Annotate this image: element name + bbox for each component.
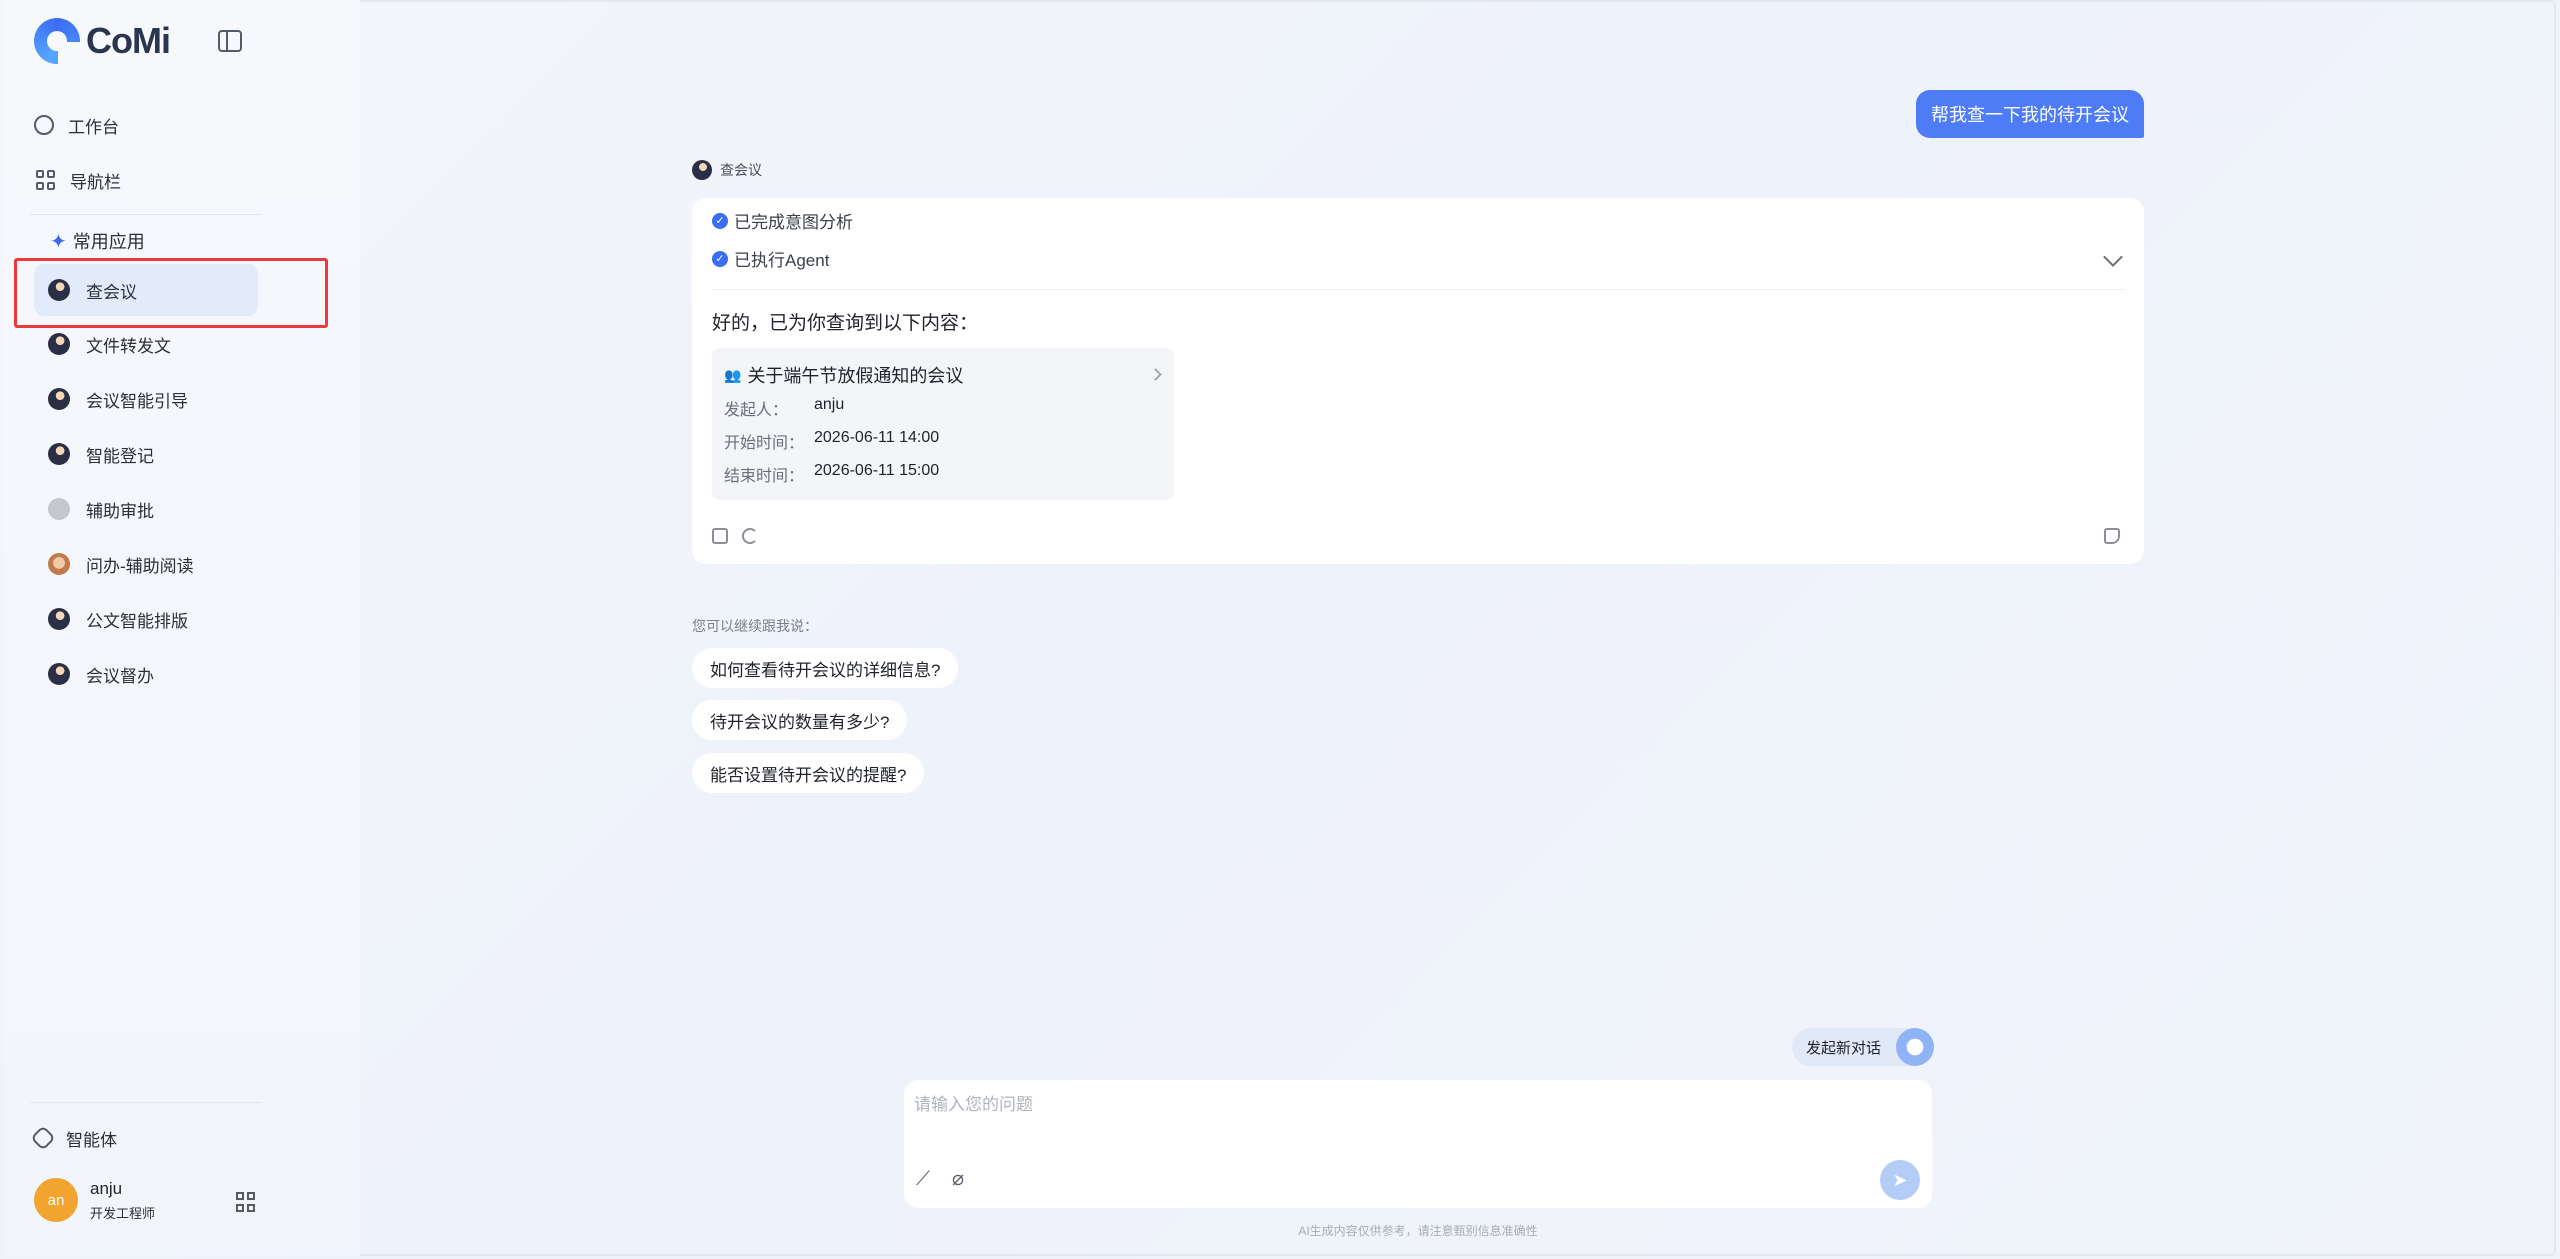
app-avatar-icon bbox=[48, 608, 70, 630]
paperclip-icon[interactable]: ⌀ bbox=[952, 1166, 964, 1191]
nav-item-label: 工作台 bbox=[68, 117, 119, 137]
answer-toolbar bbox=[712, 528, 758, 544]
copy-icon[interactable] bbox=[712, 528, 728, 544]
app-label: 问办-辅助阅读 bbox=[86, 556, 194, 576]
answer-intro: 好的，已为你查询到以下内容： bbox=[712, 313, 979, 334]
meeting-result-card[interactable]: 👥 关于端午节放假通知的会议 发起人： anju 开始时间： 2026-06-1… bbox=[712, 348, 1174, 500]
meeting-title: 👥 关于端午节放假通知的会议 bbox=[724, 366, 964, 386]
nav-item-navbar[interactable]: 导航栏 bbox=[34, 157, 258, 203]
app-label: 智能登记 bbox=[86, 446, 154, 466]
agent-icon bbox=[30, 1125, 56, 1151]
app-label: 会议督办 bbox=[86, 666, 154, 686]
app-label: 会议智能引导 bbox=[86, 391, 188, 411]
section-title: ✦ 常用应用 bbox=[50, 230, 145, 253]
window-frame bbox=[4, 0, 2556, 1256]
chat-composer: ⟋ ⌀ ➤ bbox=[904, 1080, 1932, 1208]
highlight-annotation-box bbox=[14, 258, 328, 328]
nav-item-agent[interactable]: 智能体 bbox=[30, 1115, 258, 1161]
chevron-down-icon[interactable] bbox=[2103, 247, 2123, 267]
suggestion-chip[interactable]: 如何查看待开会议的详细信息? bbox=[692, 648, 959, 688]
check-icon: ✓ bbox=[712, 250, 728, 267]
magic-wand-icon[interactable]: ⟋ bbox=[916, 1168, 930, 1191]
user-message-bubble: 帮我查一下我的待开会议 bbox=[1916, 90, 2144, 138]
thumbs-down-icon[interactable] bbox=[2104, 528, 2120, 544]
sidebar-app-assist-approval[interactable]: 辅助审批 bbox=[34, 483, 258, 535]
divider bbox=[30, 214, 262, 215]
app-avatar-icon bbox=[48, 388, 70, 410]
logo-icon bbox=[34, 18, 80, 64]
user-role: 开发工程师 bbox=[90, 1205, 156, 1221]
nav-item-label: 导航栏 bbox=[70, 172, 121, 192]
chevron-right-icon bbox=[1149, 368, 1162, 381]
sparkle-icon: ✦ bbox=[50, 230, 67, 253]
agent-avatar-icon bbox=[692, 160, 712, 180]
app-avatar-icon bbox=[48, 553, 70, 575]
meeting-meta-row: 开始时间： 2026-06-11 14:00 bbox=[724, 429, 940, 452]
app-label: 文件转发文 bbox=[86, 336, 171, 356]
step-status: ✓ 已执行Agent bbox=[712, 246, 829, 271]
meeting-meta-row: 结束时间： 2026-06-11 15:00 bbox=[724, 462, 940, 485]
nav-item-label: 智能体 bbox=[66, 1130, 117, 1150]
brand-name: CoMi bbox=[86, 20, 171, 61]
qr-code-icon[interactable] bbox=[236, 1192, 256, 1212]
app-avatar-icon bbox=[48, 443, 70, 465]
refresh-icon[interactable] bbox=[742, 528, 758, 544]
sidebar-toggle-icon[interactable] bbox=[218, 30, 242, 52]
agent-label: 查会议 bbox=[692, 160, 762, 180]
user-name: anju bbox=[90, 1178, 123, 1198]
sidebar-app-meeting-supervise[interactable]: 会议督办 bbox=[34, 648, 258, 700]
app-avatar-icon bbox=[48, 663, 70, 685]
sidebar-app-doc-layout[interactable]: 公文智能排版 bbox=[34, 593, 258, 645]
sidebar-app-smart-register[interactable]: 智能登记 bbox=[34, 428, 258, 480]
app-avatar-icon bbox=[48, 498, 70, 520]
app-avatar-icon bbox=[48, 333, 70, 355]
new-chat-icon[interactable] bbox=[1896, 1028, 1934, 1066]
nav-item-workbench[interactable]: 工作台 bbox=[34, 102, 258, 148]
avatar: an bbox=[34, 1178, 78, 1222]
sidebar: CoMi 工作台 导航栏 ✦ 常用应用 查会议 文件转发文 会议智能引导 智能登… bbox=[4, 0, 360, 1256]
brand-logo[interactable]: CoMi bbox=[34, 18, 171, 64]
agent-answer-card: ✓ 已完成意图分析 ✓ 已执行Agent 好的，已为你查询到以下内容： 👥 关于… bbox=[692, 198, 2144, 564]
suggestion-label: 您可以继续跟我说： bbox=[692, 618, 818, 634]
workbench-icon bbox=[34, 115, 54, 135]
meeting-meta-row: 发起人： anju bbox=[724, 396, 845, 419]
app-label: 辅助审批 bbox=[86, 501, 154, 521]
sidebar-app-assist-reading[interactable]: 问办-辅助阅读 bbox=[34, 538, 258, 590]
send-button[interactable]: ➤ bbox=[1880, 1160, 1920, 1200]
step-status: ✓ 已完成意图分析 bbox=[712, 208, 853, 233]
sidebar-app-meeting-guide[interactable]: 会议智能引导 bbox=[34, 373, 258, 425]
divider bbox=[712, 289, 2124, 290]
suggestion-chip[interactable]: 待开会议的数量有多少? bbox=[692, 700, 908, 740]
user-profile[interactable]: an anju 开发工程师 bbox=[34, 1178, 155, 1222]
question-input[interactable] bbox=[914, 1090, 1814, 1120]
ai-disclaimer: AI生成内容仅供参考，请注意甄别信息准确性 bbox=[1298, 1224, 1538, 1238]
grid-icon bbox=[34, 169, 56, 191]
divider bbox=[30, 1102, 262, 1103]
people-icon: 👥 bbox=[724, 366, 742, 383]
app-label: 公文智能排版 bbox=[86, 611, 188, 631]
suggestion-chip[interactable]: 能否设置待开会议的提醒? bbox=[692, 753, 925, 793]
check-icon: ✓ bbox=[712, 212, 728, 229]
